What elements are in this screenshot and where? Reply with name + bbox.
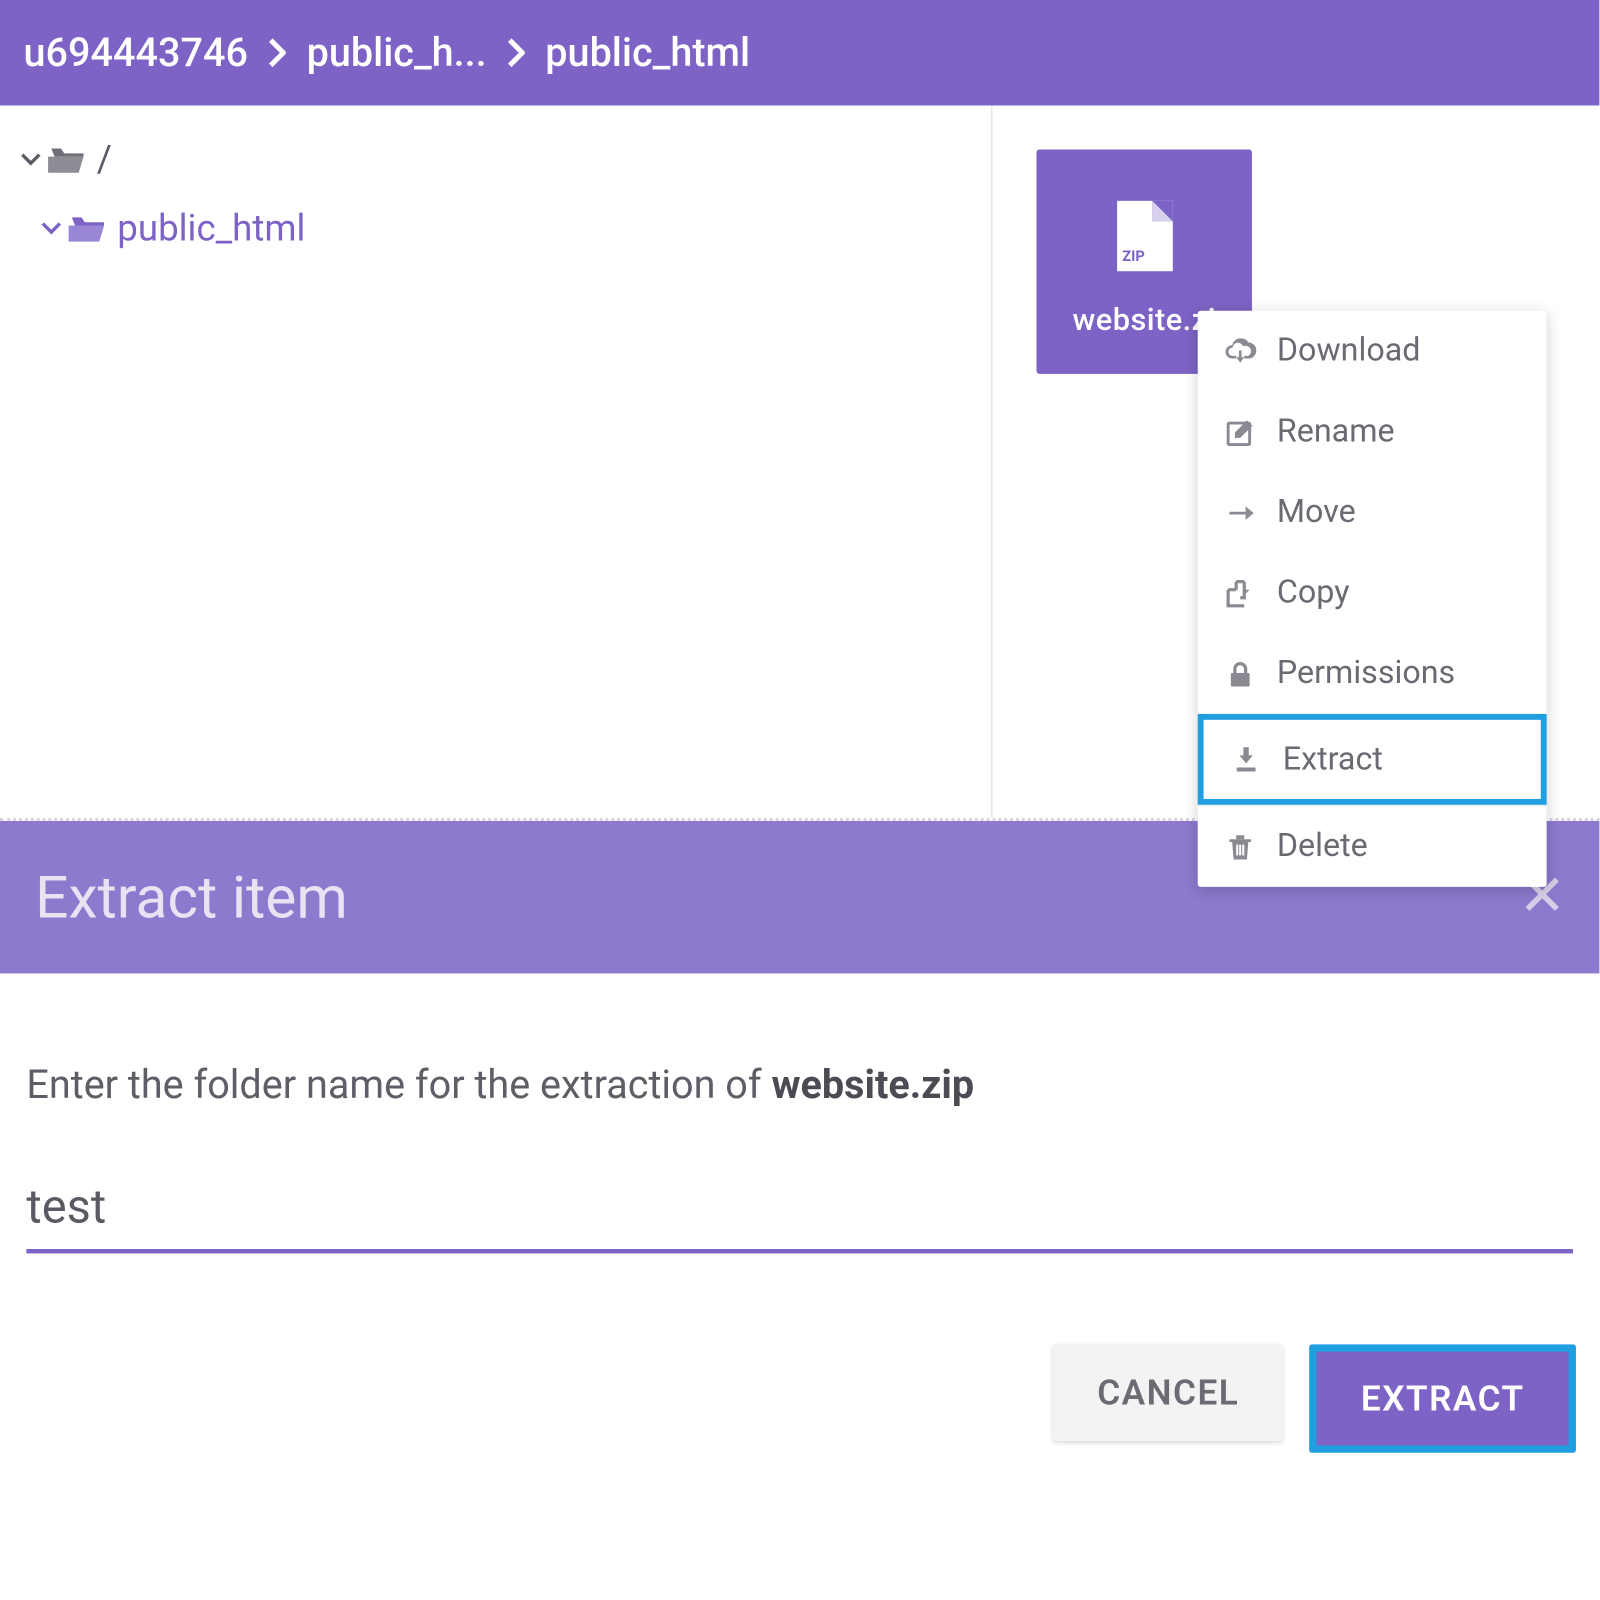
rename-icon xyxy=(1224,416,1256,448)
ctx-label: Delete xyxy=(1277,828,1368,865)
ctx-rename[interactable]: Rename xyxy=(1198,391,1547,472)
prompt-prefix: Enter the folder name for the extraction… xyxy=(26,1061,771,1108)
tree-child-label: public_html xyxy=(117,207,305,250)
file-name-label: website.zi xyxy=(1073,303,1216,338)
context-menu: Download Rename Move Copy Permissions xyxy=(1198,311,1547,887)
ctx-label: Extract xyxy=(1283,741,1383,778)
tree-root-label: / xyxy=(97,139,112,182)
folder-open-icon xyxy=(67,213,108,245)
extract-dialog: Extract item Enter the folder name for t… xyxy=(0,821,1599,1511)
chevron-right-icon xyxy=(507,38,525,67)
ctx-permissions[interactable]: Permissions xyxy=(1198,633,1547,714)
delete-icon xyxy=(1224,830,1256,862)
move-icon xyxy=(1224,496,1256,528)
ctx-copy[interactable]: Copy xyxy=(1198,553,1547,634)
extract-button[interactable]: EXTRACT xyxy=(1310,1344,1576,1452)
ctx-delete[interactable]: Delete xyxy=(1198,806,1547,887)
chevron-right-icon xyxy=(268,38,286,67)
ctx-label: Permissions xyxy=(1277,655,1455,692)
folder-tree: / public_html xyxy=(0,106,992,818)
tree-child-row[interactable]: public_html xyxy=(15,199,977,258)
breadcrumb-item-1[interactable]: public_h... xyxy=(307,29,487,76)
dialog-body: Enter the folder name for the extraction… xyxy=(0,973,1599,1253)
folder-open-icon xyxy=(47,144,88,176)
dialog-actions: CANCEL EXTRACT xyxy=(0,1253,1599,1511)
breadcrumb-item-0[interactable]: u694443746 xyxy=(23,29,248,76)
prompt-filename: website.zip xyxy=(771,1061,974,1108)
folder-name-input[interactable] xyxy=(26,1170,1573,1254)
file-zip-icon: ZIP xyxy=(1116,200,1172,270)
ctx-label: Copy xyxy=(1277,575,1350,612)
breadcrumb-item-2[interactable]: public_html xyxy=(545,29,750,76)
dialog-title: Extract item xyxy=(35,863,348,932)
main-area: / public_html ZIP website.zi Download xyxy=(0,106,1599,818)
ctx-label: Rename xyxy=(1277,413,1395,450)
permissions-icon xyxy=(1224,658,1256,690)
caret-down-icon[interactable] xyxy=(15,150,47,171)
ctx-label: Move xyxy=(1277,494,1356,531)
ctx-extract[interactable]: Extract xyxy=(1198,714,1547,805)
file-badge: ZIP xyxy=(1122,248,1145,264)
dialog-prompt: Enter the folder name for the extraction… xyxy=(26,1061,1573,1108)
caret-down-icon[interactable] xyxy=(35,218,67,239)
breadcrumb: u694443746 public_h... public_html xyxy=(0,0,1599,106)
cancel-button[interactable]: CANCEL xyxy=(1053,1344,1283,1441)
ctx-move[interactable]: Move xyxy=(1198,472,1547,553)
extract-icon xyxy=(1230,743,1262,775)
ctx-download[interactable]: Download xyxy=(1198,311,1547,392)
ctx-label: Download xyxy=(1277,333,1421,370)
tree-root-row[interactable]: / xyxy=(15,132,977,188)
download-icon xyxy=(1224,335,1256,367)
copy-icon xyxy=(1224,577,1256,609)
